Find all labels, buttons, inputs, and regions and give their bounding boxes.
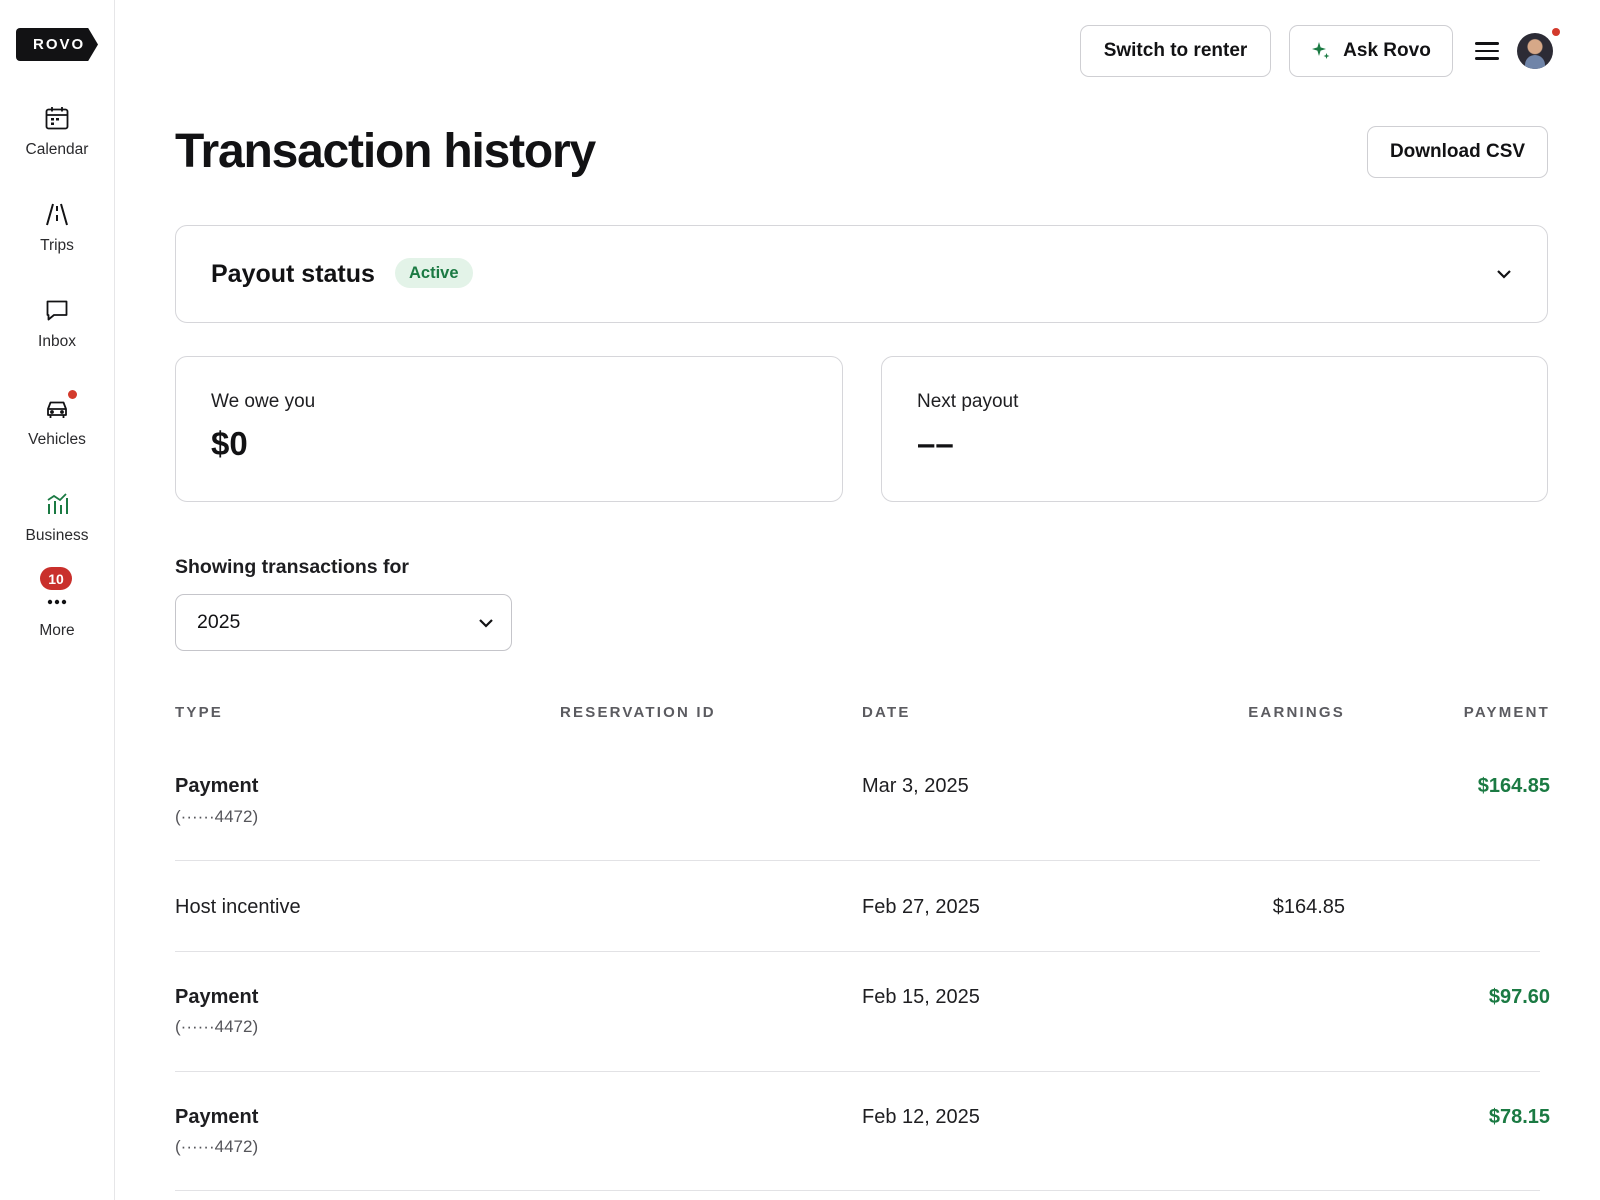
column-header-payment: PAYMENT: [1463, 704, 1550, 721]
sidebar-item-label: Business: [25, 527, 89, 544]
sidebar-item-more[interactable]: More: [0, 594, 114, 674]
sidebar-item-calendar[interactable]: Calendar: [0, 104, 114, 184]
row-divider: [175, 1190, 1540, 1191]
sidebar: ROVO Calendar Trips Inbox Vehicles Busin…: [0, 0, 115, 1200]
sidebar-item-label: Calendar: [25, 141, 89, 158]
payout-status-title: Payout status: [211, 260, 375, 288]
we-owe-you-card: We owe you $0: [175, 356, 843, 502]
year-select[interactable]: 2025: [175, 594, 512, 651]
sidebar-item-label: Inbox: [38, 333, 76, 350]
we-owe-you-amount: $0: [211, 425, 248, 462]
sidebar-item-label: Vehicles: [28, 431, 86, 448]
sidebar-item-label: More: [39, 622, 75, 639]
switch-to-renter-label: Switch to renter: [1103, 40, 1248, 61]
page-title: Transaction history: [175, 125, 596, 178]
transaction-date: Feb 15, 2025: [862, 986, 980, 1008]
transaction-date: Feb 27, 2025: [862, 896, 980, 918]
transaction-account: (······4472): [175, 807, 259, 826]
download-csv-button[interactable]: Download CSV: [1367, 126, 1548, 178]
logo[interactable]: ROVO: [16, 28, 98, 61]
transaction-account: (······4472): [175, 1017, 259, 1036]
sidebar-item-inbox[interactable]: Inbox: [0, 296, 114, 376]
ask-rovo-button[interactable]: Ask Rovo: [1289, 25, 1453, 77]
more-count-badge: 10: [40, 567, 72, 590]
row-divider: [175, 1071, 1540, 1072]
transaction-type: Payment: [175, 1106, 259, 1128]
transaction-type: Host incentive: [175, 896, 301, 918]
switch-to-renter-button[interactable]: Switch to renter: [1080, 25, 1271, 77]
transaction-payment: $78.15: [1488, 1106, 1550, 1128]
column-header-reservation-id: RESERVATION ID: [560, 704, 716, 721]
sidebar-item-business[interactable]: Business: [0, 490, 114, 570]
ask-rovo-label: Ask Rovo: [1343, 40, 1431, 61]
column-header-type: TYPE: [175, 704, 223, 721]
row-divider: [175, 951, 1540, 952]
transaction-payment: $97.60: [1488, 986, 1550, 1008]
sidebar-item-trips[interactable]: Trips: [0, 200, 114, 280]
column-header-earnings: EARNINGS: [1248, 704, 1345, 721]
transaction-type: Payment: [175, 775, 259, 797]
transaction-type: Payment: [175, 986, 259, 1008]
showing-transactions-label: Showing transactions for: [175, 556, 410, 578]
more-icon: [43, 594, 71, 622]
chat-icon: [43, 296, 71, 324]
transaction-payment: $164.85: [1477, 775, 1550, 797]
sidebar-item-vehicles[interactable]: Vehicles: [0, 390, 114, 474]
sparkle-icon: [1311, 41, 1331, 61]
road-icon: [43, 200, 71, 228]
transaction-account: (······4472): [175, 1137, 259, 1156]
calendar-icon: [43, 104, 71, 132]
year-select-value: 2025: [197, 611, 241, 633]
next-payout-card: Next payout ––: [881, 356, 1548, 502]
chevron-down-icon[interactable]: [1494, 264, 1514, 284]
avatar[interactable]: [1517, 33, 1553, 69]
next-payout-label: Next payout: [917, 391, 1019, 412]
notification-dot: [68, 390, 77, 399]
chart-icon: [43, 490, 71, 518]
transaction-date: Feb 12, 2025: [862, 1106, 980, 1128]
chevron-down-icon: [479, 619, 493, 628]
menu-icon[interactable]: [1475, 42, 1499, 60]
column-header-date: DATE: [862, 704, 911, 721]
sidebar-item-label: Trips: [40, 237, 74, 254]
transaction-date: Mar 3, 2025: [862, 775, 969, 797]
transaction-earnings: $164.85: [1272, 896, 1345, 918]
download-csv-label: Download CSV: [1389, 141, 1526, 162]
avatar-notification-dot: [1552, 28, 1560, 36]
we-owe-you-label: We owe you: [211, 391, 316, 412]
next-payout-value: ––: [917, 425, 954, 462]
row-divider: [175, 860, 1540, 861]
status-badge: Active: [395, 258, 473, 288]
car-icon: [43, 390, 77, 422]
payout-status-card[interactable]: Payout status Active: [175, 225, 1548, 323]
